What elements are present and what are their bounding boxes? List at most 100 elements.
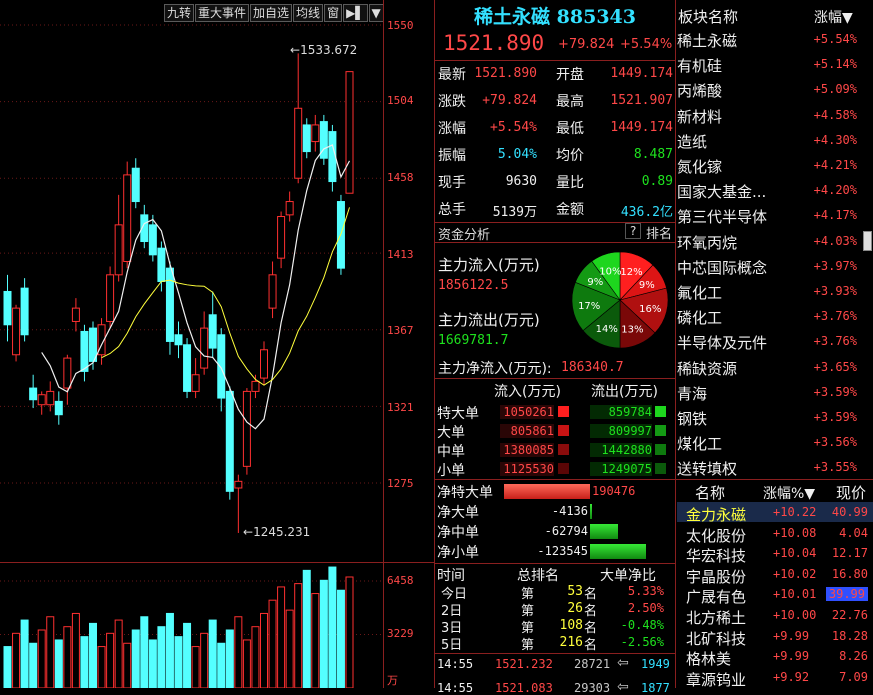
sector-row[interactable]: 新材料 +4.58% [677,103,869,128]
volume-bar [140,616,149,688]
stock-row[interactable]: 金力永磁 +10.22 40.99 [677,502,873,524]
stock-price-header[interactable]: 现价 [836,482,866,503]
divider [676,479,873,480]
candle-body [183,344,192,392]
rank-prefix: 第 [521,638,535,653]
toolbar-window-button[interactable]: 窗 [324,4,343,22]
flow-in-header: 流入(万元) [494,384,561,400]
toolbar-dropdown-icon[interactable]: ▼ [368,4,384,22]
quote-value: +79.824 [482,93,537,108]
volume-bar [29,642,38,688]
stock-pct-header[interactable]: 涨幅%▼ [763,483,815,503]
sector-row[interactable]: 国家大基金... +4.20% [677,178,869,203]
quote-value: 9630 [505,174,537,189]
volume-bar [200,632,209,688]
candle-body [46,390,55,406]
volume-bar [336,589,345,688]
sector-name: 钢铁 [677,410,708,428]
divider [435,653,675,654]
price-tick: 1367 [387,324,414,337]
divider [435,378,675,379]
quote-label: 最低 [556,121,584,137]
sector-row[interactable]: 稀土永磁 +5.54% [677,27,869,52]
candle-body [114,224,123,276]
sector-pct: +3.97% [813,258,857,273]
sector-row[interactable]: 半导体及元件 +3.76% [677,329,869,354]
candle-body [131,167,140,203]
flow-in-value: 1125530 [500,462,554,476]
candle-body [251,380,260,392]
sector-row[interactable]: 稀缺资源 +3.65% [677,355,869,380]
volume-bar [311,593,320,688]
sector-row[interactable]: 环氧丙烷 +4.03% [677,229,869,254]
quote-row: 最新 1521.890 开盘 1449.174 [438,61,675,88]
stock-pct: +10.08 [773,525,817,540]
sector-row[interactable]: 造纸 +4.30% [677,128,869,153]
stock-row[interactable]: 章源钨业 +9.92 7.09 [677,667,873,689]
kline-chart[interactable] [0,0,435,688]
sector-row[interactable]: 第三代半导体 +4.17% [677,203,869,228]
sector-pct-header[interactable]: 涨幅▼ [814,7,853,27]
sector-name: 半导体及元件 [677,334,768,353]
sector-row[interactable]: 有机硅 +5.14% [677,52,869,77]
toolbar-ma-button[interactable]: 均线 [293,4,324,22]
sector-name: 稀缺资源 [677,359,738,378]
stock-title: 稀土永磁 885343 [436,2,674,29]
stock-row[interactable]: 北方稀土 +10.00 22.76 [677,605,873,627]
sector-name: 煤化工 [677,435,723,454]
sector-row[interactable]: 煤化工 +3.56% [677,430,869,455]
volume-tick: 3229 [387,627,414,640]
stock-pct: +10.02 [773,566,817,581]
price-change: +79.824 [558,37,615,52]
quote-value: 1449.174 [610,66,673,81]
sector-row[interactable]: 磷化工 +3.76% [677,304,869,329]
quote-row: 涨幅 +5.54% 最低 1449.174 [438,115,675,142]
quote-label: 涨幅 [438,121,466,137]
rank-number: 26 [567,601,583,616]
sector-row[interactable]: 丙烯酸 +5.09% [677,77,869,102]
candle-body [242,390,251,467]
sector-row[interactable]: 送转填权 +3.55% [677,455,869,480]
last-price: 1521.890 [443,31,545,55]
flow-row-label: 中单 [437,444,465,460]
pie-slice-label: 13% [621,325,643,336]
stock-row[interactable]: 格林美 +9.99 8.26 [677,646,873,668]
sector-scrollbar[interactable] [863,231,872,251]
stock-row[interactable]: 北矿科技 +9.99 18.28 [677,626,873,648]
tick-arrow-icon: ⇦ [617,679,629,695]
volume-bar [106,632,115,688]
stock-row[interactable]: 太化股份 +10.08 4.04 [677,523,873,545]
stock-row[interactable]: 华宏科技 +10.04 12.17 [677,543,873,565]
stock-row[interactable]: 宇晶股份 +10.02 16.80 [677,564,873,586]
sector-row[interactable]: 氟化工 +3.93% [677,279,869,304]
toolbar-events-button[interactable]: 重大事件 [195,4,250,22]
quote-value: 5.04% [497,147,537,162]
volume-bar [174,636,183,688]
sector-row[interactable]: 青海 +3.59% [677,380,869,405]
fund-rank-button[interactable]: 排名 [646,223,672,242]
toolbar-jiuzhuan-button[interactable]: 九转 [164,4,195,22]
volume-bar [251,626,260,688]
sector-row[interactable]: 中芯国际概念 +3.97% [677,254,869,279]
sector-name-header[interactable]: 板块名称 [678,6,738,27]
flow-in-swatch [558,463,569,474]
stock-price: 22.76 [831,608,868,622]
rank-suffix: 名 [584,638,598,653]
tick-price: 1521.232 [495,657,553,671]
toolbar-add-watchlist-button[interactable]: 加自选 [250,4,293,22]
toolbar-play-button[interactable]: ▶▌ [343,4,368,22]
sector-row[interactable]: 氮化镓 +4.21% [677,153,869,178]
stock-row[interactable]: 广晟有色 +10.01 39.99 [677,584,873,606]
stock-name-header[interactable]: 名称 [695,482,725,503]
stock-price: 8.26 [839,649,868,664]
tick-count: 1877 [641,681,670,695]
candle-body [234,480,243,489]
sector-pct: +3.93% [813,284,857,298]
sector-pct: +3.76% [813,309,857,324]
sector-name: 造纸 [677,132,708,151]
net-value: -123545 [537,544,588,558]
divider [435,479,675,480]
fund-help-button[interactable]: ? [625,223,642,239]
candle-body [345,71,354,194]
sector-row[interactable]: 钢铁 +3.59% [677,405,869,430]
